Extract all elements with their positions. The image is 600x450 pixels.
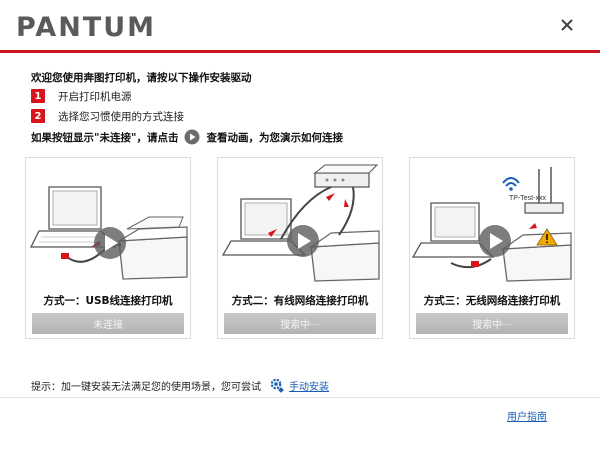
step-text: 开启打印机电源 [58, 90, 132, 103]
step-2: 2 选择您习惯使用的方式连接 [31, 108, 184, 124]
card-title: 方式一：USB线连接打印机 [43, 295, 173, 307]
wireless-connection-card: TP-Test-xxx 方式三：无线网络连接打印机 搜索中··· [409, 157, 575, 339]
manual-install-link[interactable]: 手动安装 [289, 378, 329, 393]
wired-connection-card: 方式二：有线网络连接打印机 搜索中··· [217, 157, 383, 339]
card-title: 方式三：无线网络连接打印机 [423, 295, 561, 307]
animation-hint: 如果按钮显示"未连接"，请点击 查看动画，为您演示如何连接 [31, 128, 343, 146]
wifi-icon [502, 177, 520, 191]
hint-prefix: 如果按钮显示"未连接"，请点击 [31, 131, 179, 144]
close-icon [561, 19, 573, 31]
wired-status-button[interactable]: 搜索中··· [224, 313, 376, 334]
footer-tip: 提示：加一键安装无法满足您的使用场景，您可尝试 手动安装 [31, 376, 329, 394]
step-1: 1 开启打印机电源 [31, 88, 132, 104]
step-number-badge: 2 [31, 109, 45, 123]
gear-icon [270, 378, 284, 393]
usb-connection-card: 方式一：USB线连接打印机 未连接 [25, 157, 191, 339]
wireless-status-button[interactable]: 搜索中··· [416, 313, 568, 334]
card-title: 方式二：有线网络连接打印机 [231, 295, 369, 307]
intro-text: 欢迎您使用奔图打印机，请按以下操作安装驱动 [31, 72, 252, 84]
step-number-badge: 1 [31, 89, 45, 103]
ssid-label: TP-Test-xxx [509, 195, 546, 202]
wired-connection-illustration[interactable] [219, 159, 381, 283]
hint-suffix: 查看动画，为您演示如何连接 [206, 131, 343, 144]
play-icon [184, 129, 200, 145]
header-divider [0, 50, 600, 53]
pantum-logo: PANTUM [16, 12, 157, 43]
user-guide-link[interactable]: 用户指南 [507, 408, 547, 423]
header: PANTUM [0, 0, 600, 52]
footer-divider [0, 397, 600, 398]
close-button[interactable] [556, 14, 578, 36]
wireless-connection-illustration[interactable]: TP-Test-xxx [411, 159, 573, 283]
step-text: 选择您习惯使用的方式连接 [58, 110, 184, 123]
tip-text: 提示：加一键安装无法满足您的使用场景，您可尝试 [31, 381, 261, 393]
usb-status-button[interactable]: 未连接 [32, 313, 184, 334]
usb-connection-illustration[interactable] [27, 159, 189, 283]
